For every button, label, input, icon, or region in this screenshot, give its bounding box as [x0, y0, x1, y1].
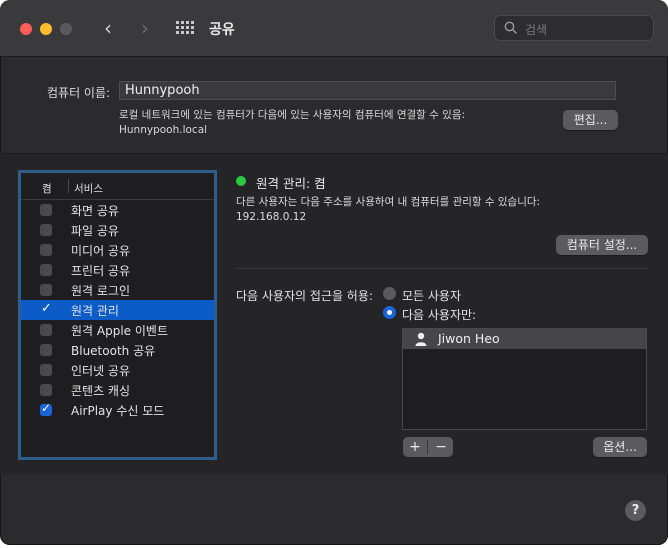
status-indicator-icon [236, 176, 246, 186]
ip-address: 192.168.0.12 [236, 211, 307, 223]
status-desc-line1: 다른 사용자는 다음 주소를 사용하여 내 컴퓨터를 관리할 수 있습니다: [236, 196, 541, 208]
title-bar: ‹ › 공유 검색 [0, 0, 668, 57]
service-checkbox[interactable] [40, 284, 52, 296]
computer-name-desc-line1: 로컬 네트워크에 있는 컴퓨터가 다음에 있는 사용자의 컴퓨터에 연결할 수 … [119, 109, 466, 121]
service-label: 미디어 공유 [71, 244, 131, 258]
computer-settings-button[interactable]: 컴퓨터 설정... [556, 235, 648, 255]
service-list-header: 켬 서비스 [21, 173, 214, 200]
service-label: Bluetooth 공유 [71, 344, 156, 358]
help-button[interactable]: ? [625, 500, 646, 521]
service-checkbox[interactable] [40, 364, 52, 376]
service-label: 콘텐츠 캐싱 [71, 384, 131, 398]
service-row-internet-sharing[interactable]: 인터넷 공유 [21, 360, 214, 380]
column-header-on[interactable]: 켬 [42, 181, 52, 196]
service-label: 파일 공유 [71, 224, 119, 238]
service-label: 인터넷 공유 [71, 364, 131, 378]
back-arrow-icon[interactable]: ‹ [99, 17, 117, 39]
window-title: 공유 [209, 22, 235, 38]
service-checkbox-checked[interactable] [40, 301, 52, 316]
service-row-bluetooth-sharing[interactable]: Bluetooth 공유 [21, 340, 214, 360]
search-placeholder: 검색 [525, 23, 548, 37]
service-row-remote-management[interactable]: 원격 관리 [21, 300, 214, 320]
service-row-screen-sharing[interactable]: 화면 공유 [21, 200, 214, 220]
show-all-grid-icon[interactable] [176, 21, 194, 35]
service-checkbox[interactable] [40, 384, 52, 396]
edit-hostname-button[interactable]: 편집... [563, 110, 618, 130]
service-row-file-sharing[interactable]: 파일 공유 [21, 220, 214, 240]
service-label: 원격 Apple 이벤트 [71, 324, 168, 338]
search-field[interactable]: 검색 [494, 15, 654, 41]
service-row-remote-login[interactable]: 원격 로그인 [21, 280, 214, 300]
forward-arrow-icon[interactable]: › [136, 17, 154, 39]
computer-name-field[interactable]: Hunnypooh [119, 81, 616, 100]
allowed-users-list[interactable]: Jiwon Heo [402, 328, 647, 430]
column-header-service[interactable]: 서비스 [74, 181, 103, 196]
add-remove-control: + − [403, 437, 453, 457]
local-hostname: Hunnypooh.local [119, 124, 208, 136]
column-divider [68, 179, 69, 193]
minimize-window-button[interactable] [40, 23, 52, 35]
remove-user-button[interactable]: − [429, 437, 453, 457]
service-label: AirPlay 수신 모드 [71, 404, 165, 418]
service-status: 원격 관리: 켬 [256, 176, 326, 191]
sharing-window: ‹ › 공유 검색 컴퓨터 이름: Hunnypooh 로컬 네트워크에 있는 … [0, 0, 668, 545]
allow-access-label: 다음 사용자의 접근을 허용: [236, 289, 373, 303]
service-list[interactable]: 켬 서비스 화면 공유 파일 공유 미디어 공유 프린터 공유 원격 로그인 원… [18, 170, 217, 460]
computer-name-description: 로컬 네트워크에 있는 컴퓨터가 다음에 있는 사용자의 컴퓨터에 연결할 수 … [119, 108, 465, 138]
service-checkbox[interactable] [40, 324, 52, 336]
service-label: 원격 로그인 [71, 284, 131, 298]
service-checkbox[interactable] [40, 244, 52, 256]
service-checkbox[interactable] [40, 224, 52, 236]
service-row-airplay-receiver[interactable]: AirPlay 수신 모드 [21, 400, 214, 420]
service-row-remote-apple-events[interactable]: 원격 Apple 이벤트 [21, 320, 214, 340]
service-row-media-sharing[interactable]: 미디어 공유 [21, 240, 214, 260]
service-checkbox-checked[interactable] [40, 401, 52, 416]
radio-only-these-users[interactable] [383, 306, 396, 319]
divider [236, 268, 648, 269]
computer-name-label: 컴퓨터 이름: [47, 86, 111, 100]
service-checkbox[interactable] [40, 264, 52, 276]
search-icon [504, 21, 518, 35]
service-checkbox[interactable] [40, 344, 52, 356]
service-label: 프린터 공유 [71, 264, 131, 278]
user-row[interactable]: Jiwon Heo [403, 329, 646, 349]
status-description: 다른 사용자는 다음 주소를 사용하여 내 컴퓨터를 관리할 수 있습니다: 1… [236, 195, 540, 225]
add-user-button[interactable]: + [403, 437, 427, 457]
service-checkbox[interactable] [40, 204, 52, 216]
radio-all-users-label[interactable]: 모든 사용자 [402, 287, 461, 304]
radio-all-users[interactable] [383, 287, 396, 300]
service-label: 화면 공유 [71, 204, 119, 218]
options-button[interactable]: 옵션... [593, 437, 647, 457]
radio-only-these-users-label[interactable]: 다음 사용자만: [402, 306, 476, 323]
zoom-window-button[interactable] [60, 23, 72, 35]
user-name: Jiwon Heo [438, 331, 500, 346]
divider [427, 440, 428, 454]
service-label: 원격 관리 [71, 304, 119, 318]
person-icon [415, 332, 427, 346]
service-row-content-caching[interactable]: 콘텐츠 캐싱 [21, 380, 214, 400]
service-row-printer-sharing[interactable]: 프린터 공유 [21, 260, 214, 280]
close-window-button[interactable] [20, 23, 32, 35]
